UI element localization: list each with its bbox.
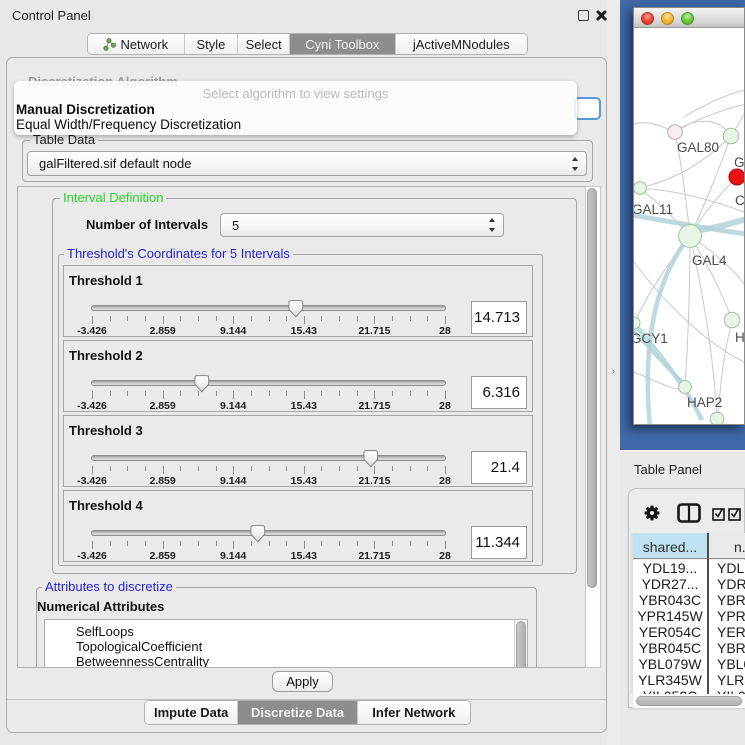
svg-text:GCY1: GCY1	[634, 331, 668, 346]
svg-text:HAP2: HAP2	[687, 395, 722, 410]
svg-text:GAL11: GAL11	[634, 202, 673, 217]
svg-text:C: C	[735, 193, 744, 208]
svg-text:GAL4: GAL4	[692, 253, 727, 268]
svg-text:GAL80: GAL80	[677, 140, 719, 155]
svg-text:GA: GA	[734, 155, 744, 170]
svg-text:H: H	[735, 330, 744, 345]
